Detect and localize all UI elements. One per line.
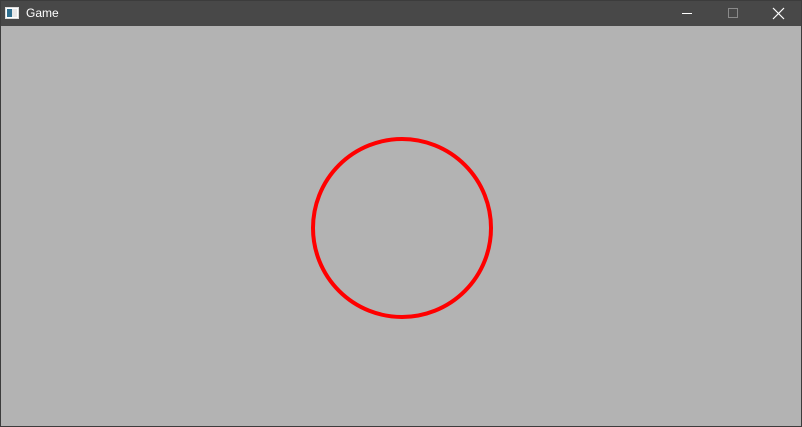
title-bar[interactable]: Game bbox=[1, 1, 801, 26]
window-app-icon bbox=[5, 7, 19, 19]
game-scene bbox=[311, 137, 493, 319]
minimize-button[interactable] bbox=[664, 1, 710, 26]
window-title: Game bbox=[26, 6, 59, 20]
game-window: Game bbox=[0, 0, 802, 427]
red-circle bbox=[311, 137, 493, 319]
close-button[interactable] bbox=[755, 1, 801, 26]
maximize-button[interactable] bbox=[710, 1, 756, 26]
game-canvas[interactable] bbox=[1, 26, 801, 426]
